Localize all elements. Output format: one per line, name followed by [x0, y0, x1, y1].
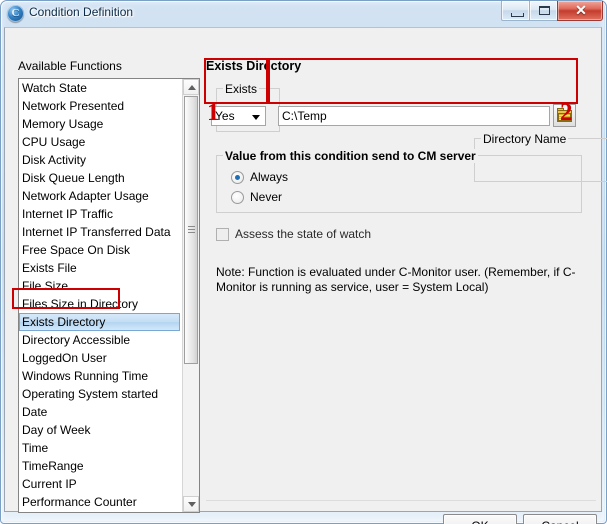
list-item[interactable]: Directory Accessible [19, 331, 182, 349]
dialog-client-area: Available Functions Exists Directory Wat… [4, 27, 607, 524]
list-item[interactable]: CPU Usage [19, 133, 182, 151]
window-title: Condition Definition [29, 5, 134, 19]
maximize-icon [539, 6, 550, 15]
list-vertical-scrollbar[interactable] [182, 79, 199, 512]
grip-icon [188, 226, 195, 235]
value-send-group: Value from this condition send to CM ser… [216, 149, 582, 213]
chevron-down-icon [252, 115, 260, 120]
page-title: Exists Directory [206, 59, 302, 73]
scroll-down-button[interactable] [183, 496, 199, 512]
list-item[interactable]: Operating System started [19, 385, 182, 403]
list-item[interactable]: Date [19, 403, 182, 421]
value-send-group-legend: Value from this condition send to CM ser… [223, 149, 478, 163]
radio-button-icon [231, 170, 244, 184]
chevron-down-icon [188, 502, 196, 507]
list-item[interactable]: Watch State [19, 79, 182, 97]
annotation-marker-1: 1 [207, 99, 220, 126]
list-item[interactable]: Exists File [19, 259, 182, 277]
list-item[interactable]: Disk Queue Length [19, 169, 182, 187]
note-text: Note: Function is evaluated under C-Moni… [216, 265, 576, 294]
directory-name-value: C:\Temp [282, 109, 327, 123]
list-item[interactable]: Network Presented [19, 97, 182, 115]
scrollbar-thumb[interactable] [184, 96, 198, 364]
title-bar[interactable]: Condition Definition ✕ [0, 0, 607, 28]
available-functions-label: Available Functions [18, 59, 122, 73]
cancel-button[interactable]: Cancel [523, 514, 597, 524]
list-item[interactable]: Files Size in Directory [19, 295, 182, 313]
minimize-icon [511, 13, 524, 17]
maximize-button[interactable] [529, 1, 558, 21]
directory-name-input[interactable]: C:\Temp [278, 106, 550, 126]
radio-option-always[interactable]: Always [231, 170, 288, 184]
window-controls: ✕ [501, 1, 603, 21]
list-item[interactable]: Time [19, 439, 182, 457]
annotation-marker-2: 2 [560, 99, 573, 126]
close-icon: ✕ [575, 2, 587, 18]
close-button[interactable]: ✕ [557, 1, 603, 21]
assess-state-checkbox[interactable]: Assess the state of watch [216, 227, 371, 241]
list-item[interactable]: Memory Usage [19, 115, 182, 133]
radio-label: Always [250, 170, 289, 184]
scroll-up-button[interactable] [183, 79, 199, 95]
list-item[interactable]: Internet IP Transferred Data [19, 223, 182, 241]
list-item[interactable]: Internet IP Traffic [19, 205, 182, 223]
minimize-button[interactable] [501, 1, 530, 21]
directory-name-group-legend: Directory Name [481, 132, 569, 146]
radio-label: Never [250, 190, 283, 204]
list-item[interactable]: LoggedOn User [19, 349, 182, 367]
list-item[interactable]: TimeRange [19, 457, 182, 475]
list-item[interactable]: Free Space On Disk [19, 241, 182, 259]
list-item[interactable]: Network Adapter Usage [19, 187, 182, 205]
list-item[interactable]: File Size [19, 277, 182, 295]
condition-definition-window: Condition Definition ✕ Available Functio… [0, 0, 607, 524]
footer-divider [206, 500, 596, 501]
available-functions-list[interactable]: Watch State Network Presented Memory Usa… [18, 78, 200, 513]
assess-state-label: Assess the state of watch [235, 227, 372, 241]
list-scroll-view: Watch State Network Presented Memory Usa… [19, 79, 182, 512]
radio-button-icon [231, 190, 244, 204]
radio-option-never[interactable]: Never [231, 190, 282, 204]
checkbox-icon [216, 227, 229, 241]
list-item[interactable]: Current IP [19, 475, 182, 493]
c-monitor-logo-icon [7, 5, 24, 22]
chevron-up-icon [188, 85, 196, 90]
list-item[interactable]: Performance Counter [19, 493, 182, 511]
list-item[interactable]: Disk Activity [19, 151, 182, 169]
ok-button[interactable]: OK [443, 514, 517, 524]
list-item-exists-directory[interactable]: Exists Directory [19, 313, 180, 331]
exists-group-legend: Exists [223, 82, 260, 96]
list-item[interactable]: Windows Running Time [19, 367, 182, 385]
list-item[interactable]: Day of Week [19, 421, 182, 439]
